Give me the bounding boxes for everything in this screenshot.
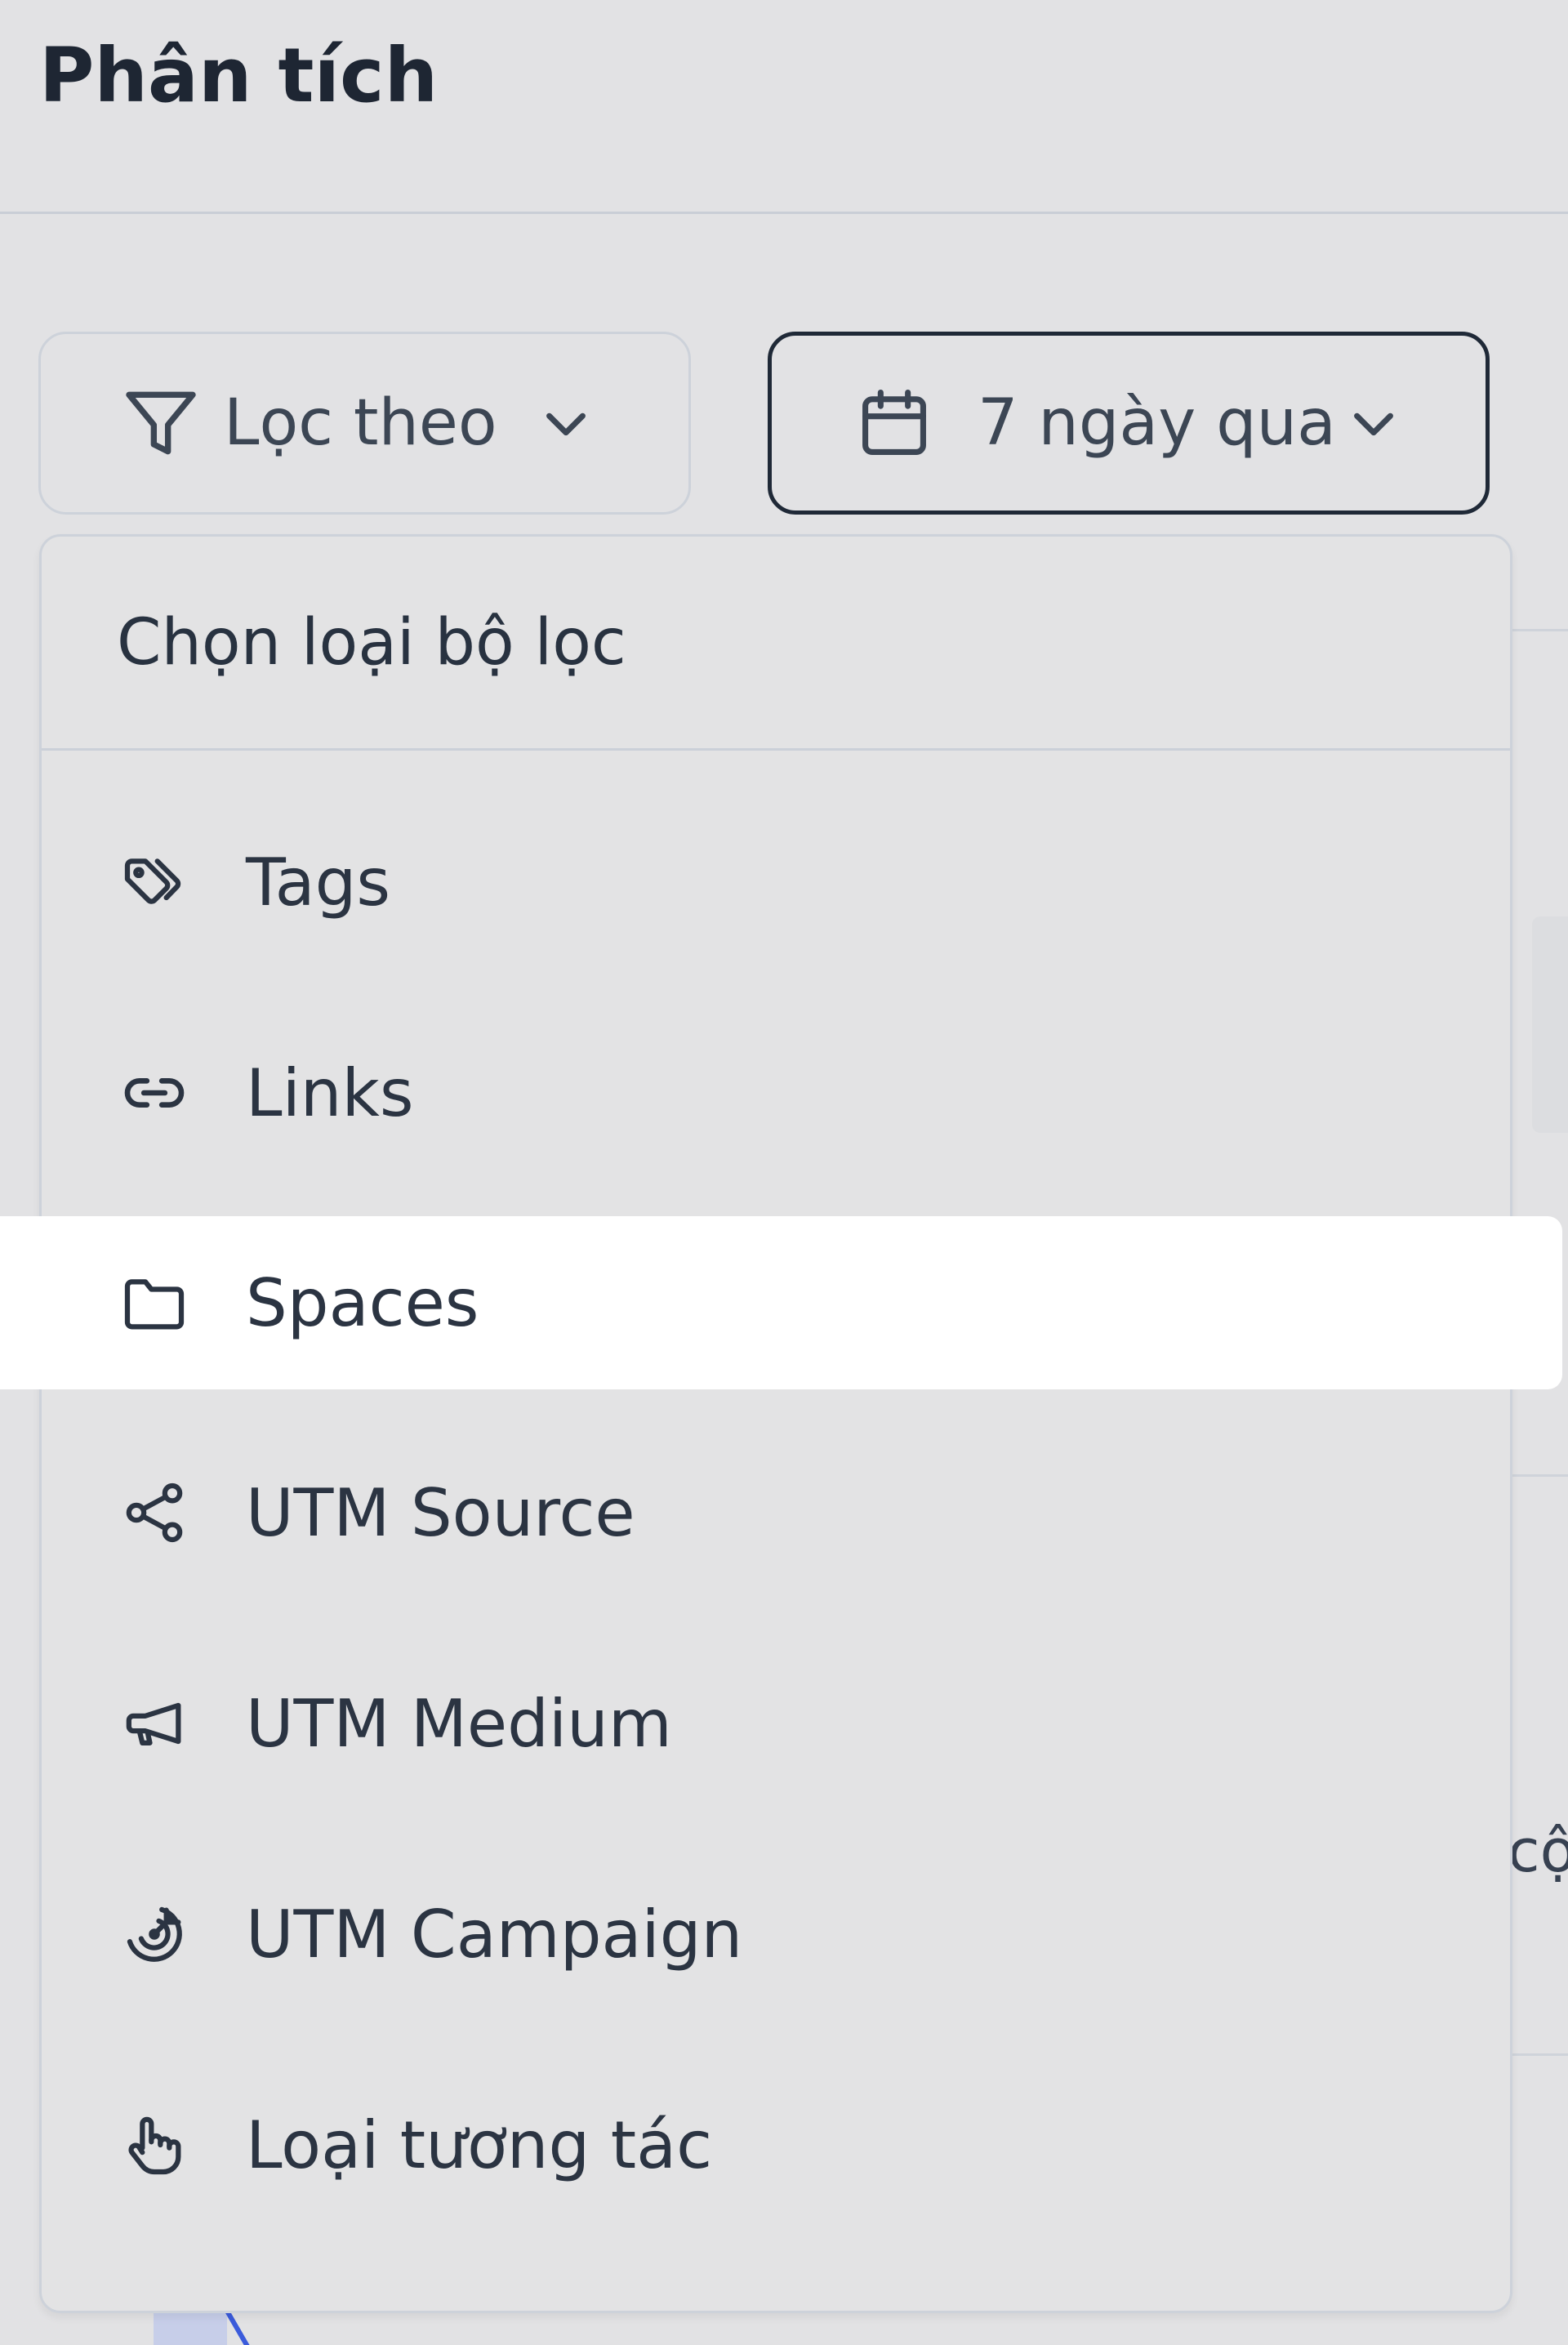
date-range-label: 7 ngày qua bbox=[978, 386, 1336, 460]
menu-item-label: UTM Medium bbox=[246, 1685, 672, 1762]
pointer-hand-icon bbox=[117, 2107, 192, 2182]
menu-item-tags[interactable]: Tags bbox=[42, 777, 1510, 987]
menu-item-links[interactable]: Links bbox=[42, 987, 1510, 1198]
tags-icon bbox=[117, 845, 192, 920]
date-range-button[interactable]: 7 ngày qua bbox=[768, 332, 1490, 515]
background-divider bbox=[1512, 1474, 1568, 1477]
menu-item-spaces[interactable]: Spaces bbox=[0, 1216, 1562, 1389]
menu-item-utm-campaign[interactable]: UTM Campaign bbox=[42, 1829, 1510, 2040]
background-partial-text: cộ bbox=[1508, 1817, 1568, 1885]
chevron-down-icon bbox=[1341, 390, 1406, 456]
analytics-page: Phân tích cộ Lọc theo 7 ngày qua Chọn lo… bbox=[0, 0, 1568, 2345]
menu-item-interaction-type[interactable]: Loại tương tác bbox=[42, 2040, 1510, 2250]
folder-icon bbox=[117, 1265, 192, 1340]
menu-item-label: Tags bbox=[246, 844, 391, 921]
dropdown-title: Chọn loại bộ lọc bbox=[42, 537, 1510, 751]
share-icon bbox=[117, 1475, 192, 1550]
funnel-icon bbox=[116, 378, 206, 468]
menu-item-label: Loại tương tác bbox=[246, 2106, 713, 2183]
filter-by-button[interactable]: Lọc theo bbox=[38, 332, 691, 515]
megaphone-icon bbox=[117, 1686, 192, 1761]
calendar-icon bbox=[852, 381, 937, 466]
chevron-down-icon bbox=[533, 390, 599, 456]
page-title: Phân tích bbox=[39, 32, 439, 119]
menu-item-label: UTM Campaign bbox=[246, 1896, 743, 1973]
menu-item-utm-medium[interactable]: UTM Medium bbox=[42, 1618, 1510, 1829]
filter-type-menu: Tags Links Spaces UTM Source UTM Medium … bbox=[0, 751, 1562, 2250]
background-divider bbox=[1512, 2053, 1568, 2056]
menu-item-label: Spaces bbox=[246, 1264, 479, 1341]
menu-item-label: UTM Source bbox=[246, 1474, 635, 1551]
menu-item-utm-source[interactable]: UTM Source bbox=[42, 1407, 1510, 1618]
filter-type-dropdown: Chọn loại bộ lọc Tags Links Spaces UTM S… bbox=[0, 534, 1562, 2313]
filter-by-label: Lọc theo bbox=[224, 386, 497, 460]
menu-item-label: Links bbox=[246, 1054, 414, 1131]
page-header: Phân tích bbox=[0, 0, 1568, 214]
link-icon bbox=[117, 1055, 192, 1130]
background-panel bbox=[1532, 916, 1568, 1133]
target-icon bbox=[117, 1897, 192, 1972]
